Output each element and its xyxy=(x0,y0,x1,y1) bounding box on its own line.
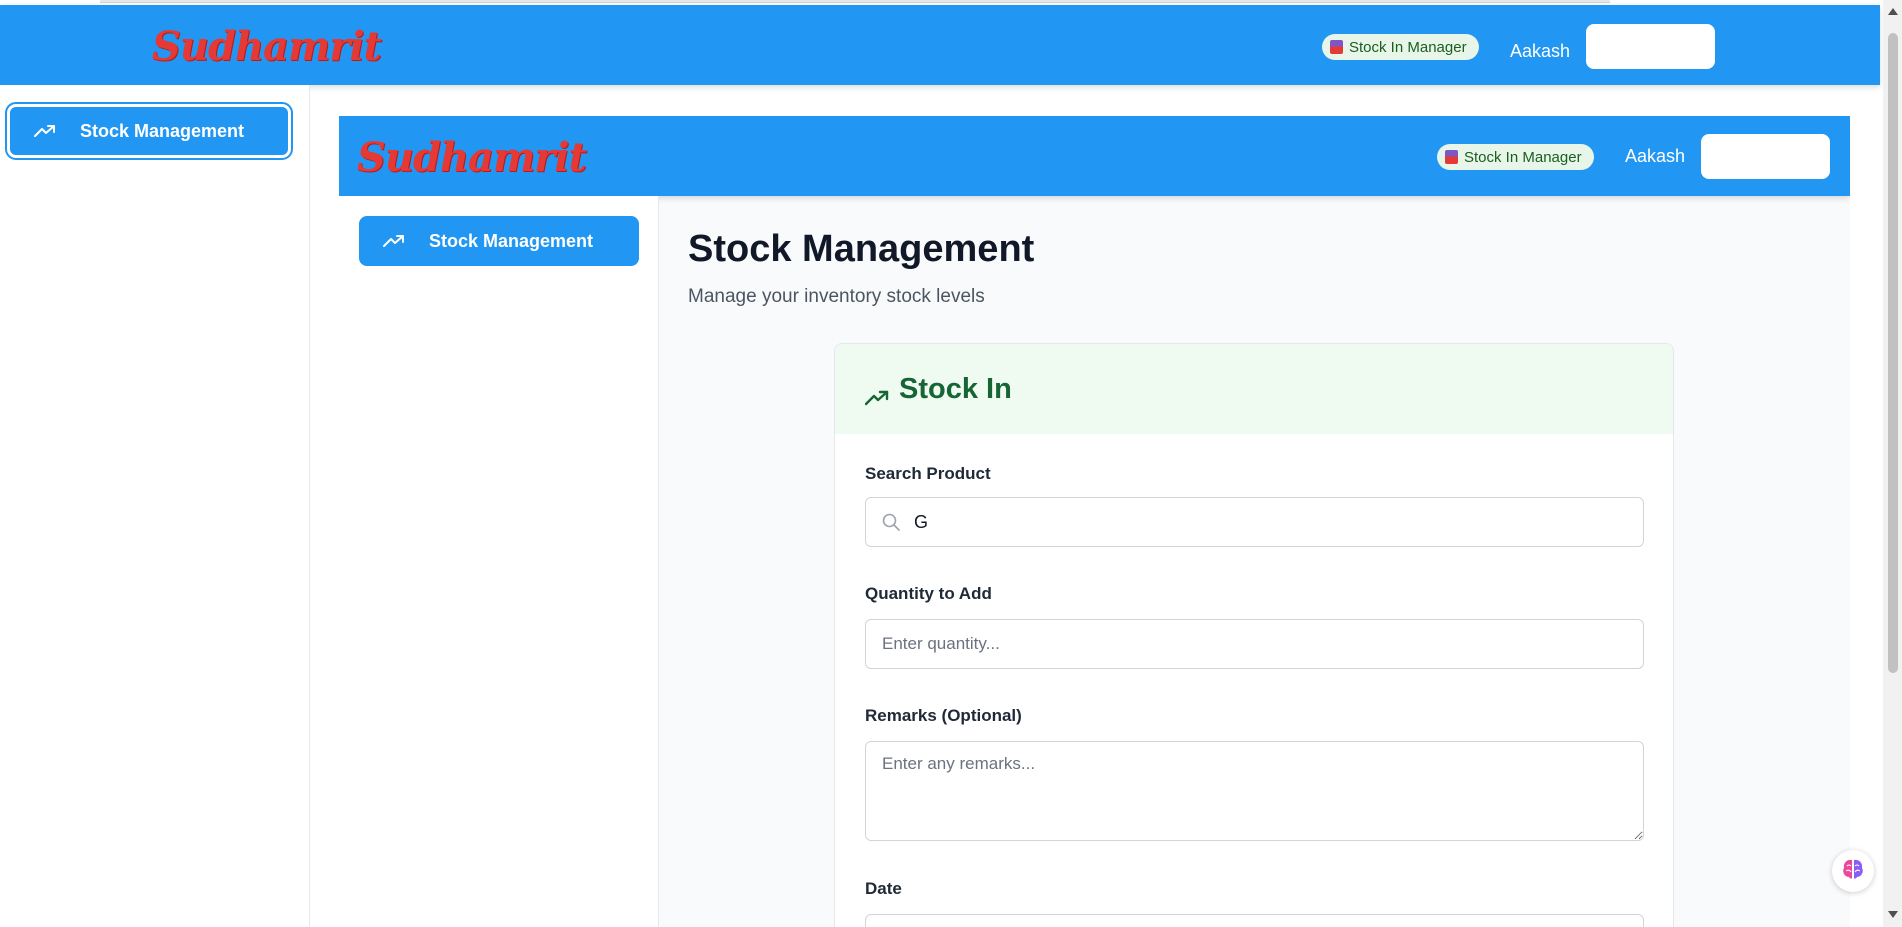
brain-icon xyxy=(1841,858,1865,885)
inbox-tray-icon xyxy=(1330,40,1343,54)
assistant-floating-button[interactable] xyxy=(1832,850,1874,892)
search-product-field[interactable] xyxy=(865,497,1644,547)
page-title: Stock Management xyxy=(688,228,1035,270)
role-badge-label: Stock In Manager xyxy=(1349,38,1467,56)
stock-in-card: Stock In Search Product Quantity to Add … xyxy=(834,343,1674,927)
inner-role-badge: Stock In Manager xyxy=(1437,144,1594,170)
page-scrollbar[interactable] xyxy=(1883,0,1902,927)
inner-sidebar: Stock Management xyxy=(339,196,659,927)
remarks-textarea[interactable] xyxy=(865,741,1644,841)
page-subtitle: Manage your inventory stock levels xyxy=(688,286,985,307)
trending-up-icon xyxy=(864,381,889,406)
search-product-input[interactable] xyxy=(914,498,1634,546)
browser-top-edge xyxy=(100,0,1610,3)
quantity-label: Quantity to Add xyxy=(865,584,992,603)
stock-in-title: Stock In xyxy=(899,372,1012,405)
inner-user-name: Aakash xyxy=(1625,146,1686,166)
inner-sidebar-item-stock-management[interactable]: Stock Management xyxy=(359,216,639,266)
date-input[interactable] xyxy=(865,914,1644,927)
inner-app-header: Sudhamrit Stock In Manager Aakash xyxy=(339,116,1850,196)
sidebar-item-stock-management[interactable]: Stock Management xyxy=(5,102,293,160)
header-action-button[interactable] xyxy=(1586,24,1715,69)
date-label: Date xyxy=(865,879,902,898)
inner-brand-logo[interactable]: Sudhamrit xyxy=(357,134,587,181)
stock-in-card-header: Stock In xyxy=(835,344,1673,434)
search-product-label: Search Product xyxy=(865,464,991,483)
scroll-down-arrow-icon[interactable] xyxy=(1888,911,1898,918)
trending-up-icon xyxy=(34,124,56,138)
trending-up-icon xyxy=(383,234,405,248)
role-badge: Stock In Manager xyxy=(1322,34,1479,60)
scroll-up-arrow-icon[interactable] xyxy=(1888,8,1898,15)
sidebar-item-label: Stock Management xyxy=(80,120,245,141)
search-icon xyxy=(882,513,900,531)
app-header: Sudhamrit Stock In Manager Aakash xyxy=(0,5,1880,85)
sidebar: Stock Management xyxy=(0,85,310,927)
quantity-input[interactable] xyxy=(865,619,1644,669)
remarks-label: Remarks (Optional) xyxy=(865,706,1022,725)
brand-logo[interactable]: Sudhamrit xyxy=(152,23,382,70)
inner-role-badge-label: Stock In Manager xyxy=(1464,148,1582,166)
inbox-tray-icon xyxy=(1445,150,1458,164)
inner-header-action-button[interactable] xyxy=(1701,134,1830,179)
main-content: Stock Management Manage your inventory s… xyxy=(659,196,1850,927)
inner-sidebar-item-label: Stock Management xyxy=(429,230,594,251)
scrollbar-thumb[interactable] xyxy=(1888,33,1898,673)
user-name: Aakash xyxy=(1510,41,1571,61)
content-frame: Sudhamrit Stock In Manager Aakash Stock … xyxy=(339,116,1850,927)
